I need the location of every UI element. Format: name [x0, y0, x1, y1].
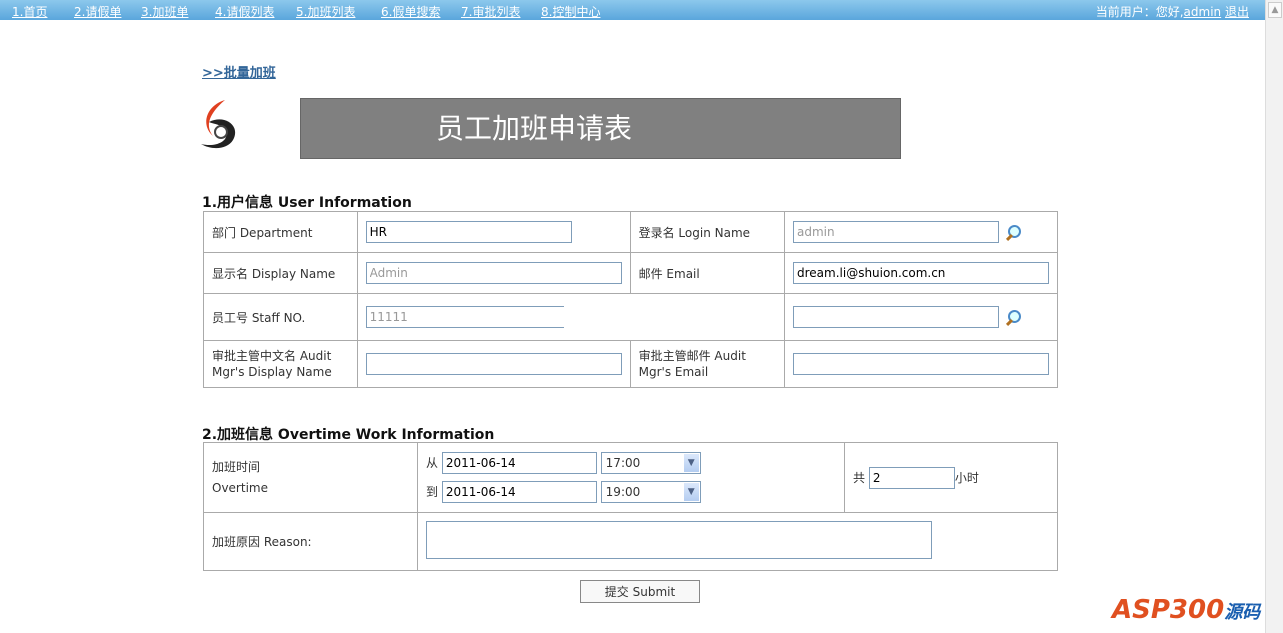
manager-name-label-line1: 审批主管中文名 Audit [212, 349, 332, 363]
manager-name-label-line2: Mgr's Display Name [212, 365, 332, 379]
nav-leave-form[interactable]: 2.请假单 [74, 3, 121, 20]
nav-leave-search[interactable]: 6.假单搜索 [381, 3, 440, 20]
department-label: 部门 Department [203, 211, 358, 253]
search-icon[interactable] [1005, 224, 1021, 241]
manager-email-input[interactable] [793, 353, 1049, 375]
form-banner-title: 员工加班申请表 [300, 98, 901, 159]
from-date-input[interactable] [441, 451, 597, 474]
user-prefix: 当前用户：您好, [1095, 5, 1184, 19]
staff-no-label: 员工号 Staff NO. [203, 293, 358, 341]
login-name-label: 登录名 Login Name [629, 211, 786, 253]
total-label: 共 [853, 470, 866, 485]
manager-name-label: 审批主管中文名 Audit Mgr's Display Name [203, 340, 358, 388]
nav-home[interactable]: 1.首页 [12, 3, 47, 20]
email-input[interactable] [793, 262, 1049, 284]
manager-email-label-line1: 审批主管邮件 Audit [638, 349, 746, 363]
username-link[interactable]: admin [1184, 5, 1222, 19]
section-user-info-title: 1.用户信息 User Information [202, 195, 412, 211]
login-name-input[interactable] [793, 221, 999, 243]
total-hours-input[interactable] [868, 466, 955, 489]
overtime-time-label: 加班时间 Overtime [203, 442, 418, 513]
batch-overtime-link[interactable]: >>批量加班 [202, 62, 276, 81]
overtime-label-en: Overtime [212, 480, 268, 495]
nav-approval-list[interactable]: 7.审批列表 [461, 3, 520, 20]
reason-textarea[interactable] [426, 521, 932, 559]
manager-email-label-line2: Mgr's Email [638, 365, 709, 379]
nav-leave-list[interactable]: 4.请假列表 [215, 3, 274, 20]
to-time-select[interactable]: 19:00 ▼ [600, 481, 701, 503]
display-name-input[interactable] [365, 262, 622, 284]
from-label: 从 [426, 455, 439, 470]
search-icon[interactable] [1005, 309, 1021, 326]
overtime-label-cn: 加班时间 [212, 459, 261, 474]
staff-no-input[interactable] [365, 306, 564, 328]
top-nav-bar: 1.首页 2.请假单 3.加班单 4.请假列表 5.加班列表 6.假单搜索 7.… [0, 0, 1265, 20]
user-info-table: 部门 Department 登录名 Login Name 显示名 Display… [203, 211, 1058, 388]
company-logo [201, 100, 236, 149]
department-input[interactable] [365, 221, 572, 243]
to-date-input[interactable] [441, 480, 597, 503]
submit-button[interactable]: 提交 Submit [580, 580, 700, 603]
nav-control-center[interactable]: 8.控制中心 [541, 3, 600, 20]
nav-overtime-list[interactable]: 5.加班列表 [296, 3, 355, 20]
reason-label: 加班原因 Reason: [203, 512, 418, 571]
scroll-up-icon[interactable]: ▲ [1268, 2, 1282, 18]
chevron-down-icon[interactable]: ▼ [683, 454, 699, 472]
manager-search-input[interactable] [793, 306, 999, 328]
manager-name-input[interactable] [365, 353, 622, 375]
from-time-select[interactable]: 17:00 ▼ [600, 452, 701, 474]
chevron-down-icon[interactable]: ▼ [683, 483, 699, 501]
nav-overtime-form[interactable]: 3.加班单 [141, 3, 188, 20]
watermark-logo: ASP300源码 [1112, 595, 1261, 625]
to-time-value: 19:00 [605, 485, 641, 499]
manager-email-label: 审批主管邮件 Audit Mgr's Email [629, 340, 786, 388]
from-time-value: 17:00 [605, 456, 641, 470]
hours-unit: 小时 [954, 470, 979, 485]
display-name-label: 显示名 Display Name [203, 252, 358, 294]
logout-link[interactable]: 退出 [1225, 5, 1249, 19]
overtime-table: 加班时间 Overtime 从 17:00 ▼ 到 19:00 ▼ 共 小时 加班原因… [203, 442, 1058, 571]
email-label: 邮件 Email [629, 252, 786, 294]
section-overtime-title: 2.加班信息 Overtime Work Information [202, 427, 495, 443]
scrollbar[interactable]: ▲ [1265, 0, 1283, 633]
current-user: 当前用户：您好,admin 退出 [1096, 3, 1249, 20]
to-label: 到 [426, 484, 439, 499]
